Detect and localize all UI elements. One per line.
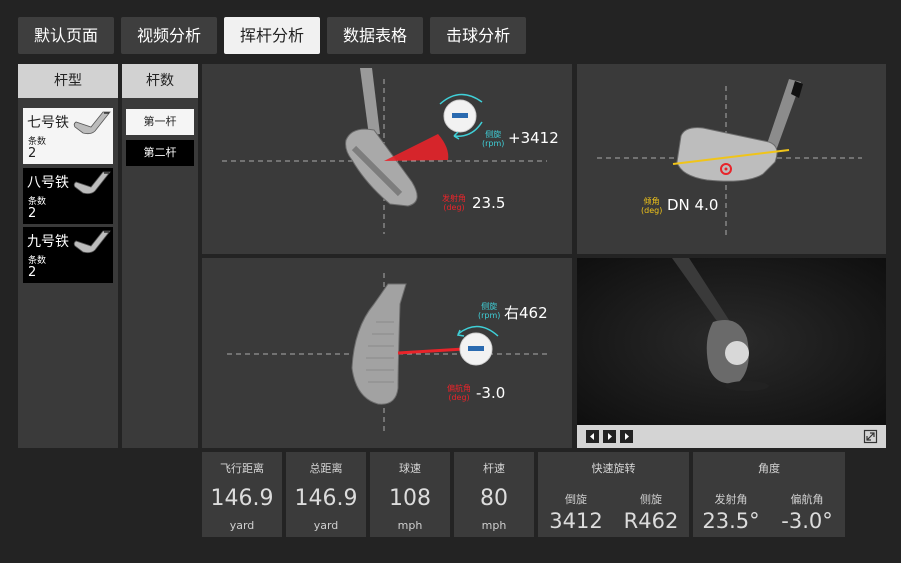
arrow-right-icon bbox=[625, 433, 629, 440]
club-count: 2 bbox=[28, 206, 37, 221]
club-type-panel: 杆型 七号铁 条数 2 八号铁 条数 2 九号铁 条数 2 bbox=[18, 64, 118, 448]
side-spin-value: 右462 bbox=[504, 304, 548, 322]
shot-count-panel: 杆数 第一杆 第二杆 bbox=[122, 64, 198, 448]
stat-sub-label: 倒旋 bbox=[565, 493, 587, 506]
iron-club-icon bbox=[73, 111, 111, 135]
stat-angle: 角度 发射角 23.5° 偏航角 -3.0° bbox=[693, 452, 845, 537]
stat-side-spin: 侧旋 R462 bbox=[613, 452, 689, 537]
club-name: 八号铁 bbox=[27, 175, 69, 191]
club-face-graphic bbox=[222, 68, 547, 234]
direction-angle-value: -3.0 bbox=[476, 384, 506, 402]
stat-title: 飞行距离 bbox=[220, 462, 264, 475]
stat-back-spin: 倒旋 3412 bbox=[538, 452, 614, 537]
fullscreen-button[interactable] bbox=[863, 429, 878, 444]
swing-video-player[interactable] bbox=[577, 258, 886, 448]
lie-angle-label: 倾角 (deg) bbox=[641, 197, 663, 215]
prev-frame-button[interactable] bbox=[586, 430, 599, 443]
iron-club-icon bbox=[73, 230, 111, 254]
arrow-left-icon bbox=[590, 433, 594, 440]
club-item-9-iron[interactable]: 九号铁 条数 2 bbox=[23, 227, 113, 283]
club-lie-angle-view: 倾角 (deg) DN 4.0 bbox=[577, 64, 886, 254]
club-item-8-iron[interactable]: 八号铁 条数 2 bbox=[23, 168, 113, 224]
club-name: 七号铁 bbox=[27, 115, 69, 131]
stat-sub-label: 侧旋 bbox=[640, 493, 662, 506]
video-frame bbox=[577, 258, 886, 425]
stat-value: 146.9 bbox=[210, 486, 274, 511]
stat-sub-value: -3.0° bbox=[781, 509, 833, 533]
stat-value: 108 bbox=[389, 486, 431, 511]
side-spin-label: 侧旋 (rpm) bbox=[478, 302, 501, 320]
tab-video-analysis[interactable]: 视频分析 bbox=[121, 17, 218, 54]
tab-data-table[interactable]: 数据表格 bbox=[327, 17, 424, 54]
stat-unit: yard bbox=[229, 519, 255, 532]
spin-value: +3412 bbox=[508, 129, 559, 147]
club-face-spin-view: 侧旋 (rpm) +3412 发射角 (deg) 23.5 bbox=[202, 64, 572, 254]
shot-item-first[interactable]: 第一杆 bbox=[126, 109, 194, 135]
shot-item-second[interactable]: 第二杆 bbox=[126, 140, 194, 166]
stat-unit: mph bbox=[397, 519, 423, 532]
stat-club-speed: 杆速 80 mph bbox=[454, 452, 534, 537]
play-icon bbox=[608, 433, 612, 440]
club-lie-graphic bbox=[597, 79, 862, 239]
direction-angle-label: 偏航角 (deg) bbox=[447, 384, 471, 402]
club-name: 九号铁 bbox=[27, 234, 69, 250]
club-path-graphic bbox=[227, 273, 547, 433]
iron-club-icon bbox=[73, 171, 111, 195]
stat-ball-speed: 球速 108 mph bbox=[370, 452, 450, 537]
stat-sub-value: 3412 bbox=[549, 509, 603, 533]
next-frame-button[interactable] bbox=[620, 430, 633, 443]
play-button[interactable] bbox=[603, 430, 616, 443]
stat-sub-value: R462 bbox=[623, 509, 679, 533]
stat-unit: yard bbox=[313, 519, 339, 532]
stat-total-distance: 总距离 146.9 yard bbox=[286, 452, 366, 537]
fullscreen-icon bbox=[863, 429, 878, 444]
stat-spin: 快速旋转 倒旋 3412 侧旋 R462 bbox=[538, 452, 689, 537]
launch-angle-label: 发射角 (deg) bbox=[442, 194, 466, 212]
stat-value: 146.9 bbox=[294, 486, 358, 511]
spin-label: 侧旋 (rpm) bbox=[482, 130, 505, 148]
tab-swing-analysis[interactable]: 挥杆分析 bbox=[224, 17, 321, 54]
stat-direction-angle: 偏航角 -3.0° bbox=[769, 452, 845, 537]
stat-sub-value: 23.5° bbox=[702, 509, 760, 533]
stat-title: 总距离 bbox=[309, 462, 343, 475]
club-type-header: 杆型 bbox=[18, 64, 118, 98]
launch-angle-value: 23.5 bbox=[472, 194, 506, 212]
shot-count-header: 杆数 bbox=[122, 64, 198, 98]
stat-title: 球速 bbox=[399, 462, 421, 475]
video-controls-bar bbox=[577, 425, 886, 448]
stat-sub-label: 偏航角 bbox=[790, 493, 824, 506]
stat-value: 80 bbox=[480, 486, 508, 511]
club-path-direction-view: 侧旋 (rpm) 右462 偏航角 (deg) -3.0 bbox=[202, 258, 572, 448]
tab-bar: 默认页面 视频分析 挥杆分析 数据表格 击球分析 bbox=[18, 17, 527, 54]
club-count: 2 bbox=[28, 146, 37, 161]
stat-unit: mph bbox=[481, 519, 507, 532]
lie-angle-value: DN 4.0 bbox=[667, 196, 719, 214]
club-count: 2 bbox=[28, 265, 37, 280]
stat-title: 杆速 bbox=[483, 462, 505, 475]
club-item-7-iron[interactable]: 七号铁 条数 2 bbox=[23, 108, 113, 164]
stat-launch-angle: 发射角 23.5° bbox=[693, 452, 769, 537]
stat-carry-distance: 飞行距离 146.9 yard bbox=[202, 452, 282, 537]
stat-sub-label: 发射角 bbox=[714, 493, 748, 506]
tab-default-page[interactable]: 默认页面 bbox=[18, 17, 115, 54]
tab-hit-analysis[interactable]: 击球分析 bbox=[430, 17, 527, 54]
